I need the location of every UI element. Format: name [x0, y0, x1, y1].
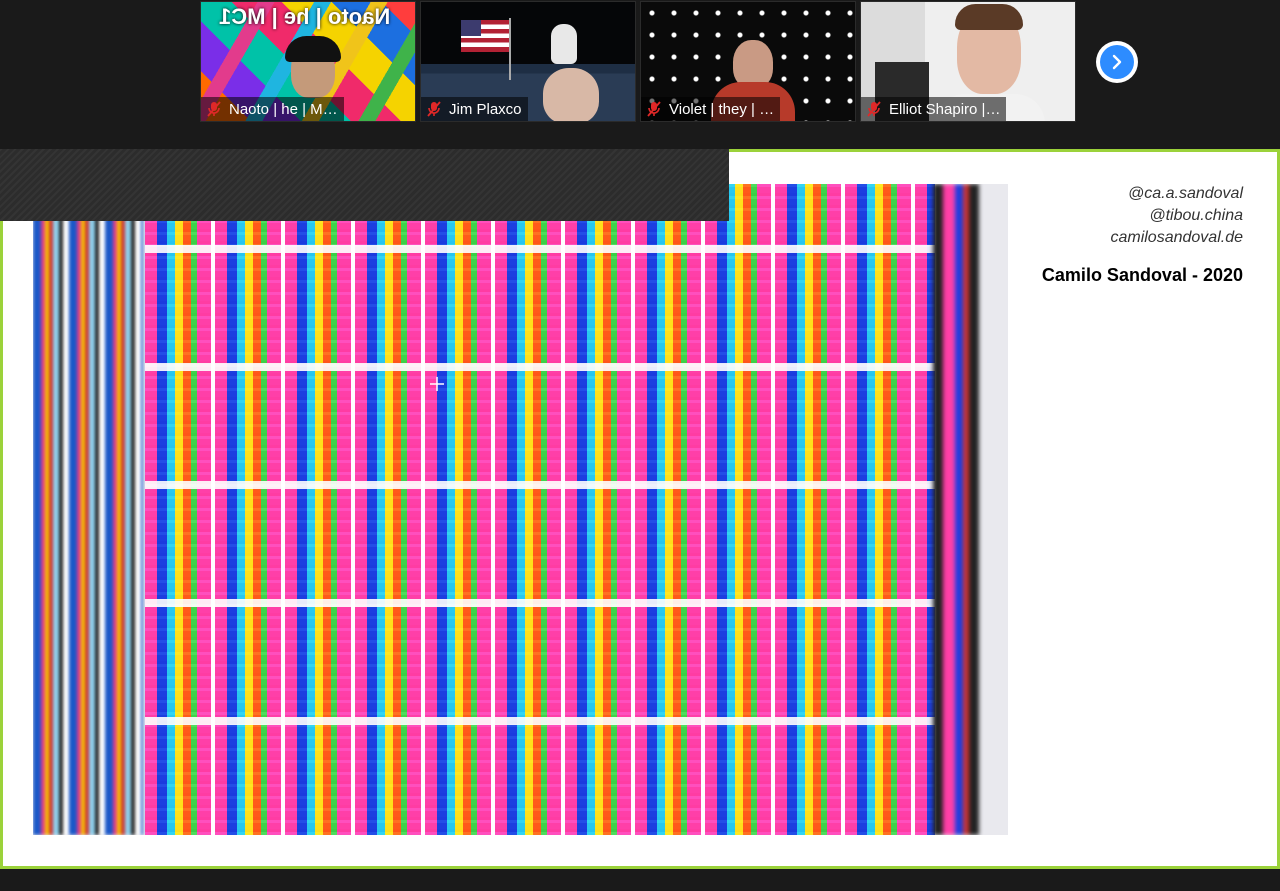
- participant-name: Jim Plaxco: [449, 100, 522, 118]
- flag-pole: [509, 18, 511, 80]
- participant-name: Violet | they | …: [669, 100, 775, 118]
- credit-handle: @ca.a.sandoval: [1128, 185, 1243, 202]
- next-button-circle: [1100, 45, 1134, 79]
- astronaut-image: [551, 24, 577, 64]
- photo-left-strap: [33, 184, 143, 835]
- participant-tile[interactable]: Jim Plaxco: [420, 1, 636, 122]
- participant-name-bar: Violet | they | …: [641, 97, 781, 121]
- participant-hair: [285, 36, 341, 62]
- photo-right-strap: [903, 184, 1008, 835]
- mic-off-icon: [427, 101, 441, 117]
- participant-name-bar: Naoto | he | M…: [201, 97, 344, 121]
- mic-off-icon: [207, 101, 221, 117]
- participant-name-bar: Elliot Shapiro |…: [861, 97, 1007, 121]
- slide-title: Camilo Sandoval - 2020: [1041, 265, 1243, 285]
- screen-share-overlay: [0, 149, 729, 221]
- participant-face: [733, 40, 773, 88]
- credit-website: camilosandoval.de: [1110, 229, 1243, 246]
- participant-tile[interactable]: Violet | they | …: [640, 1, 856, 122]
- participant-name: Elliot Shapiro |…: [889, 100, 1001, 118]
- background-text: Naoto | he | MC1: [219, 4, 391, 29]
- participant-hair: [955, 4, 1023, 30]
- crosshair-cursor-icon: [430, 377, 444, 391]
- participant-strip: Naoto | he | MC1 Naoto | he | M… Jim Pla…: [0, 0, 1280, 148]
- participant-tile[interactable]: Naoto | he | MC1 Naoto | he | M…: [200, 1, 416, 122]
- next-participants-button[interactable]: [1096, 41, 1138, 83]
- participant-name-bar: Jim Plaxco: [421, 97, 528, 121]
- credit-handle: @tibou.china: [1149, 207, 1243, 224]
- participant-name: Naoto | he | M…: [229, 100, 338, 118]
- participant-face: [543, 68, 599, 121]
- slide-credits: @ca.a.sandoval @tibou.china camilosandov…: [1042, 183, 1243, 286]
- flag-image: [461, 20, 509, 52]
- chevron-right-icon: [1112, 54, 1122, 70]
- mic-off-icon: [867, 101, 881, 117]
- slide-photo: [33, 184, 1008, 835]
- mic-off-icon: [647, 101, 661, 117]
- participant-tile[interactable]: Elliot Shapiro |…: [860, 1, 1076, 122]
- photo-woven-bag: [145, 184, 935, 835]
